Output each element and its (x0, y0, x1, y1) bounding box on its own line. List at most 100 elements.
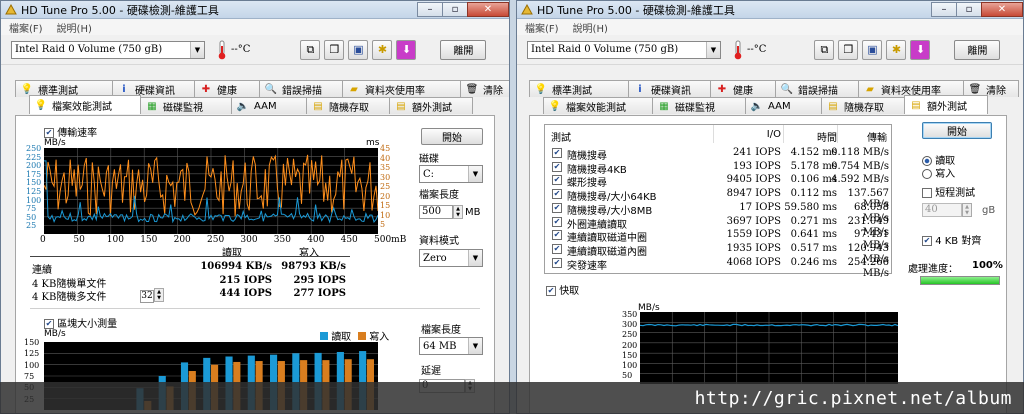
menu-file[interactable]: 檔案(F) (525, 20, 559, 35)
copy-all-icon[interactable]: ❐ (324, 39, 345, 60)
tab-health[interactable]: ✚ 健康 (710, 80, 776, 97)
save-icon[interactable]: ▣ (348, 39, 369, 60)
queue-depth-value[interactable]: 32 (140, 290, 154, 303)
short-test-field[interactable]: 40 ▲ ▼ gB (922, 202, 995, 218)
tab-label: 磁碟監視 (163, 102, 203, 114)
tab-info[interactable]: i 硬碟資訊 (628, 80, 711, 97)
download-icon[interactable]: ⬇ (910, 39, 931, 60)
checkbox-checked[interactable]: ✔ (552, 230, 562, 241)
app-icon (521, 3, 533, 14)
x-tick: 250 (207, 235, 225, 245)
spin-button[interactable]: ▲▼ (154, 288, 164, 302)
minimize-button[interactable]: – (417, 1, 443, 17)
short-test-value[interactable]: 40 (922, 203, 962, 217)
tab-disk-monitor[interactable]: ▦ 磁碟監視 (652, 97, 746, 114)
tab-label: 健康 (217, 85, 237, 97)
block-size-option[interactable]: ✔ 區塊大小測量 (44, 315, 117, 330)
tab-random-access[interactable]: ▤ 隨機存取 (306, 97, 390, 114)
speaker-icon: 🔈 (750, 100, 764, 112)
maximize-button[interactable]: ▫ (956, 1, 982, 17)
checkbox-checked[interactable]: ✔ (922, 236, 932, 246)
file-length-value[interactable]: 500 (419, 205, 453, 219)
tab-health[interactable]: ✚ 健康 (194, 80, 260, 97)
checkbox-checked[interactable]: ✔ (552, 161, 562, 172)
align-label: 4 KB 對齊 (935, 236, 982, 247)
transfer-rate-graph (44, 148, 378, 234)
menu-help[interactable]: 說明(H) (573, 20, 608, 35)
checkbox-checked[interactable]: ✔ (552, 216, 562, 227)
tab-erase[interactable]: 🗑 清除 (460, 80, 509, 97)
spin-button[interactable]: ▲▼ (453, 205, 463, 219)
options-icon[interactable]: ✱ (886, 39, 907, 60)
tab-folder-usage[interactable]: ▰ 資料夾使用率 (342, 80, 461, 97)
checkbox-checked[interactable]: ✔ (546, 286, 556, 296)
spin-button[interactable]: ▲▼ (962, 203, 972, 217)
download-icon[interactable]: ⬇ (396, 39, 417, 60)
transfer-rate-option[interactable]: ✔ 傳輸速率 (44, 124, 97, 139)
y-tick-right: 15 (380, 201, 391, 210)
tab-error-scan[interactable]: 🔍 錯誤掃描 (259, 80, 343, 97)
tab-file-benchmark[interactable]: 💡 檔案效能測試 (543, 97, 653, 114)
copy-icon[interactable]: ⧉ (300, 39, 321, 60)
copy-all-icon[interactable]: ❐ (838, 39, 859, 60)
tab-random-access[interactable]: ▤ 隨機存取 (821, 97, 905, 114)
queue-depth-field[interactable]: 32 ▲ ▼ (140, 288, 164, 303)
test-name: 突發速率 (567, 260, 607, 272)
title-bar[interactable]: HD Tune Pro 5.00 - 硬碟檢測-維護工具 – ▫ ✕ (517, 1, 1023, 19)
data-mode-select[interactable]: Zero ▼ (419, 249, 483, 267)
options-icon[interactable]: ✱ (372, 39, 393, 60)
checkbox-checked[interactable]: ✔ (552, 257, 562, 268)
tab-aam[interactable]: 🔈 AAM (745, 97, 822, 114)
tab-extra-tests[interactable]: ▤ 額外測試 (904, 95, 988, 114)
io-value: 17 IOPS (739, 201, 781, 213)
short-test-label: 短程測試 (935, 188, 976, 199)
save-icon[interactable]: ▣ (862, 39, 883, 60)
drive-letter-select[interactable]: C: ▼ (419, 165, 483, 183)
menu-help[interactable]: 說明(H) (57, 20, 92, 35)
align-option[interactable]: ✔ 4 KB 對齊 (922, 232, 981, 247)
chevron-down-icon: ▼ (468, 250, 482, 266)
radio-unselected[interactable] (922, 169, 932, 179)
checkbox-checked[interactable]: ✔ (44, 319, 54, 329)
file-length-field[interactable]: 500 ▲ ▼ MB (419, 204, 481, 220)
block-file-length-select[interactable]: 64 MB ▼ (419, 337, 483, 355)
close-button[interactable]: ✕ (467, 1, 509, 17)
short-test-option[interactable]: 短程測試 (922, 184, 975, 199)
io-value: 8947 IOPS (726, 188, 781, 200)
checkbox-unchecked[interactable] (922, 188, 932, 198)
checkbox-checked[interactable]: ✔ (552, 243, 562, 254)
col-transfer: 傳輸 (867, 133, 887, 144)
minimize-button[interactable]: – (931, 1, 957, 17)
menu-file[interactable]: 檔案(F) (9, 20, 43, 35)
tab-error-scan[interactable]: 🔍 錯誤掃描 (775, 80, 859, 97)
tab-file-benchmark[interactable]: 💡 檔案效能測試 (29, 95, 141, 114)
checkbox-checked[interactable]: ✔ (552, 148, 562, 158)
graph-y-unit-left: MB/s (44, 138, 66, 148)
checkbox-checked[interactable]: ✔ (552, 189, 562, 200)
copy-icon[interactable]: ⧉ (814, 39, 835, 60)
watermark-banner: http://gric.pixnet.net/album (0, 382, 1024, 414)
tab-aam[interactable]: 🔈 AAM (231, 97, 307, 114)
y-tick-right: 10 (380, 210, 391, 220)
drive-select[interactable]: Intel Raid 0 Volume (750 gB) ▼ (11, 40, 205, 59)
maximize-button[interactable]: ▫ (442, 1, 468, 17)
write-radio[interactable]: 寫入 (922, 165, 955, 180)
checkbox-checked[interactable]: ✔ (44, 128, 54, 138)
checkbox-checked[interactable]: ✔ (552, 202, 562, 213)
tab-disk-monitor[interactable]: ▦ 磁碟監視 (140, 97, 232, 114)
cache-option[interactable]: ✔ 快取 (546, 282, 579, 297)
start-button[interactable]: 開始 (421, 128, 483, 145)
folder-icon: ▰ (350, 83, 358, 95)
start-button[interactable]: 開始 (922, 122, 992, 139)
graph-y-unit-right: ms (366, 138, 380, 148)
close-button[interactable]: ✕ (981, 1, 1023, 17)
tab-benchmark[interactable]: 💡 標準測試 (529, 80, 629, 97)
info-icon: i (122, 83, 126, 95)
exit-button[interactable]: 離開 (440, 39, 487, 60)
tab-extra-tests[interactable]: ▤ 額外測試 (389, 97, 473, 114)
health-cross-icon: ✚ (717, 83, 727, 95)
checkbox-checked[interactable]: ✔ (552, 175, 562, 186)
drive-select[interactable]: Intel Raid 0 Volume (750 gB) ▼ (527, 40, 721, 59)
exit-button[interactable]: 離開 (954, 39, 1001, 60)
title-bar[interactable]: HD Tune Pro 5.00 - 硬碟檢測-維護工具 – ▫ ✕ (1, 1, 509, 19)
